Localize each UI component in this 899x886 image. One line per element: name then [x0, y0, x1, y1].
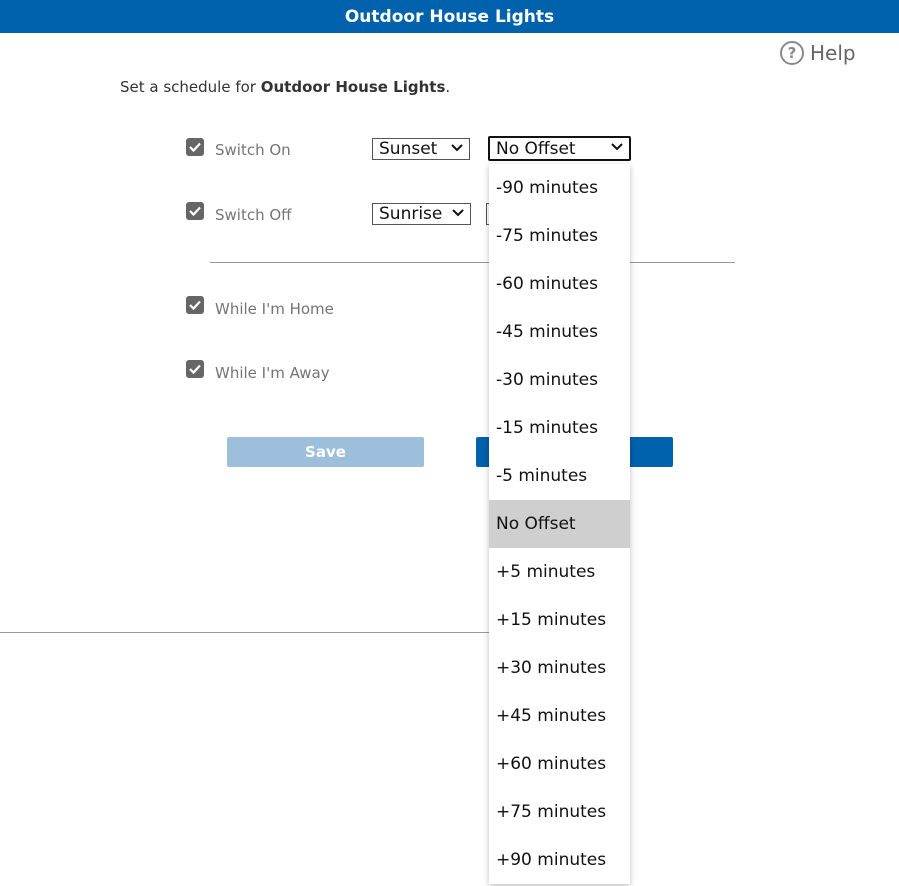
chevron-down-icon: [451, 144, 463, 152]
offset-option[interactable]: -75 minutes: [489, 212, 630, 260]
while-home-label: While I'm Home: [215, 300, 334, 318]
check-icon: [189, 206, 201, 217]
switch-on-label: Switch On: [215, 141, 291, 159]
app-title-bar: Outdoor House Lights: [0, 0, 899, 33]
switch-off-trigger-select[interactable]: Sunrise: [372, 203, 471, 225]
help-link[interactable]: ? Help: [780, 40, 856, 66]
page-title: Outdoor House Lights: [344, 6, 555, 27]
switch-off-label: Switch Off: [215, 206, 292, 224]
offset-option[interactable]: -90 minutes: [489, 164, 630, 212]
offset-option[interactable]: No Offset: [489, 500, 630, 548]
offset-option[interactable]: +5 minutes: [489, 548, 630, 596]
offset-option[interactable]: -30 minutes: [489, 356, 630, 404]
page-bottom-divider: [0, 632, 489, 633]
while-away-label: While I'm Away: [215, 364, 330, 382]
check-icon: [189, 364, 201, 375]
offset-dropdown-list: -90 minutes -75 minutes -60 minutes -45 min…: [489, 164, 630, 884]
switch-on-offset-select[interactable]: No Offset: [488, 136, 631, 161]
offset-option[interactable]: +15 minutes: [489, 596, 630, 644]
offset-option[interactable]: +75 minutes: [489, 788, 630, 836]
offset-option[interactable]: +30 minutes: [489, 644, 630, 692]
switch-on-trigger-select[interactable]: Sunset: [372, 138, 470, 160]
offset-option[interactable]: -5 minutes: [489, 452, 630, 500]
offset-option[interactable]: -60 minutes: [489, 260, 630, 308]
offset-option[interactable]: +45 minutes: [489, 692, 630, 740]
section-divider: [210, 262, 735, 263]
device-name: Outdoor House Lights: [260, 78, 446, 96]
switch-on-checkbox[interactable]: [186, 138, 204, 156]
check-icon: [189, 300, 201, 311]
schedule-intro-text: Set a schedule for Outdoor House Lights.: [120, 78, 451, 96]
offset-option[interactable]: -45 minutes: [489, 308, 630, 356]
help-circle-icon: ?: [780, 41, 804, 65]
chevron-down-icon: [452, 209, 464, 217]
while-away-checkbox[interactable]: [186, 360, 204, 378]
while-home-checkbox[interactable]: [186, 296, 204, 314]
save-button[interactable]: Save: [227, 437, 424, 467]
offset-option[interactable]: -15 minutes: [489, 404, 630, 452]
switch-off-checkbox[interactable]: [186, 202, 204, 220]
check-icon: [189, 142, 201, 153]
offset-option[interactable]: +90 minutes: [489, 836, 630, 884]
chevron-down-icon: [611, 143, 623, 151]
help-label: Help: [810, 41, 856, 65]
offset-option[interactable]: +60 minutes: [489, 740, 630, 788]
